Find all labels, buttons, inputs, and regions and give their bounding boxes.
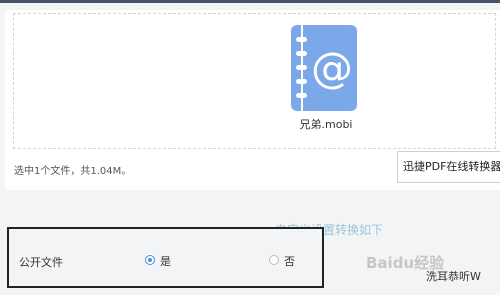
radio-yes[interactable]	[145, 255, 155, 265]
converter-button[interactable]: 迅捷PDF在线转换器	[397, 151, 500, 183]
binder-ring	[296, 93, 307, 98]
file-dropzone[interactable]	[13, 13, 496, 149]
radio-no-label[interactable]: 否	[284, 253, 295, 269]
mobi-file-icon[interactable]: @	[291, 25, 357, 111]
author-credit: 洗耳恭听W	[426, 270, 481, 283]
selection-status: 选中1个文件，共1.04M。	[14, 166, 132, 177]
binder-ring	[296, 65, 307, 70]
binder-ring	[296, 79, 307, 84]
radio-yes-label[interactable]: 是	[160, 253, 171, 269]
at-sign-icon: @	[311, 43, 353, 92]
top-bar	[0, 0, 500, 3]
radio-no[interactable]	[269, 255, 279, 265]
file-name: 兄弟.mobi	[299, 118, 353, 131]
public-file-label: 公开文件	[19, 256, 63, 269]
binder-ring	[296, 51, 307, 56]
binder-ring	[296, 37, 307, 42]
